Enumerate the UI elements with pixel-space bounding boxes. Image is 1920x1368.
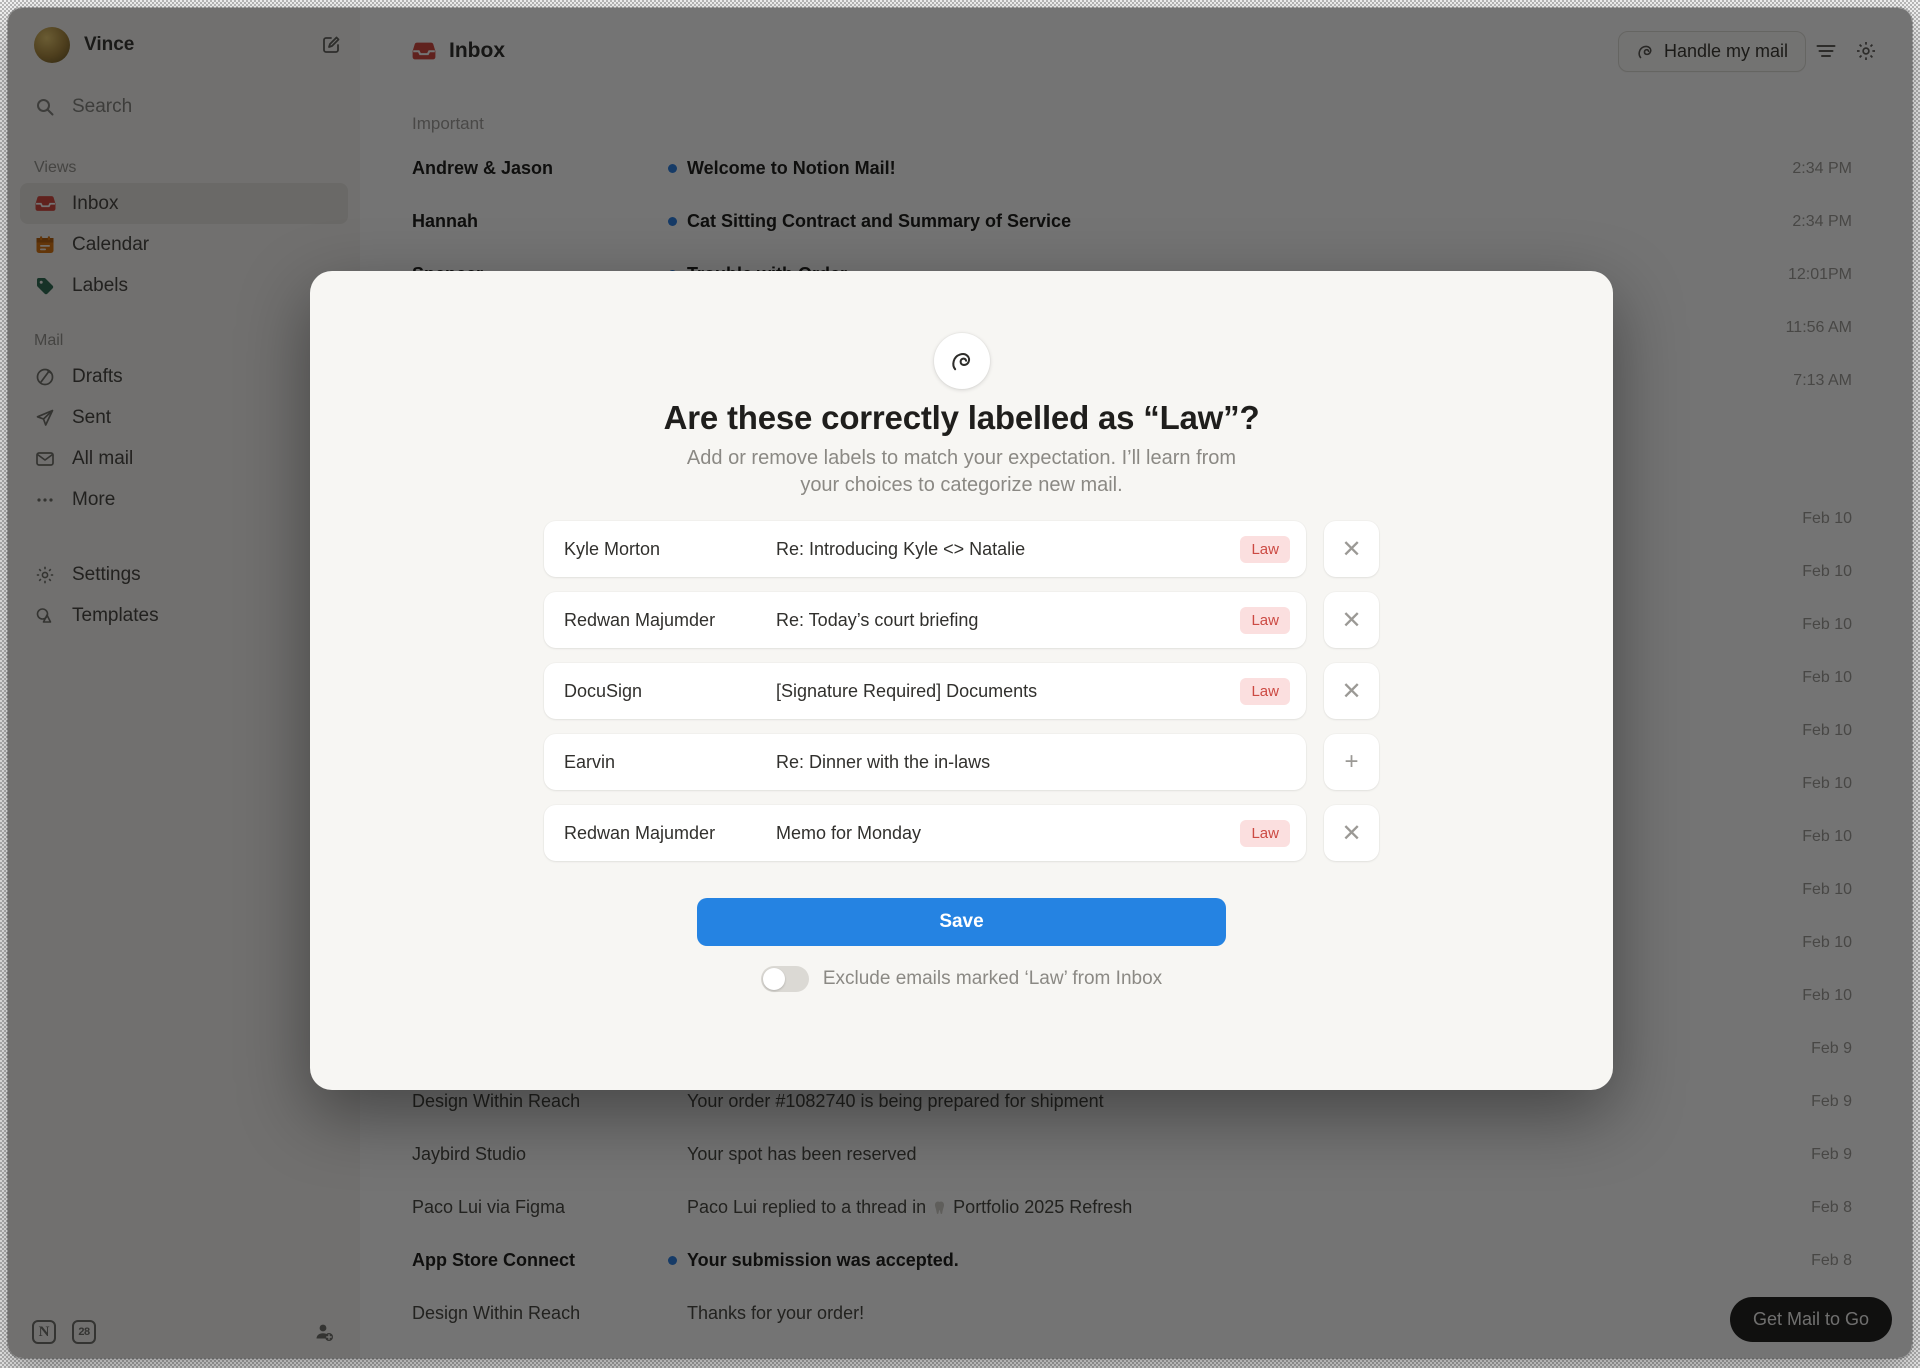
modal-email-row: Redwan Majumder Memo for Monday Law ✕	[544, 805, 1379, 861]
email-card: Earvin Re: Dinner with the in-laws	[544, 734, 1306, 790]
remove-label-button[interactable]: ✕	[1324, 663, 1379, 719]
close-icon: ✕	[1341, 535, 1361, 564]
email-card: Kyle Morton Re: Introducing Kyle <> Nata…	[544, 521, 1306, 577]
save-button[interactable]: Save	[697, 898, 1226, 946]
law-label-badge[interactable]: Law	[1240, 536, 1290, 563]
remove-label-button[interactable]: ✕	[1324, 521, 1379, 577]
email-subject: [Signature Required] Documents	[776, 681, 1240, 702]
law-label-badge[interactable]: Law	[1240, 678, 1290, 705]
ai-lasso-icon	[934, 333, 990, 389]
toggle-knob	[763, 968, 785, 990]
close-icon: ✕	[1341, 819, 1361, 848]
email-sender: Earvin	[564, 752, 776, 773]
email-subject: Re: Introducing Kyle <> Natalie	[776, 539, 1240, 560]
exclude-law-toggle[interactable]	[761, 966, 809, 992]
modal-email-row: Earvin Re: Dinner with the in-laws +	[544, 734, 1379, 790]
modal-subtitle: Add or remove labels to match your expec…	[672, 445, 1252, 499]
app-window: Vince Search Views	[8, 8, 1912, 1358]
email-subject: Memo for Monday	[776, 823, 1240, 844]
modal-email-row: Redwan Majumder Re: Today’s court briefi…	[544, 592, 1379, 648]
email-sender: Kyle Morton	[564, 539, 776, 560]
close-icon: ✕	[1341, 677, 1361, 706]
email-subject: Re: Dinner with the in-laws	[776, 752, 1290, 773]
law-label-badge[interactable]: Law	[1240, 820, 1290, 847]
email-sender: Redwan Majumder	[564, 823, 776, 844]
email-subject: Re: Today’s court briefing	[776, 610, 1240, 631]
exclude-law-toggle-label: Exclude emails marked ‘Law’ from Inbox	[823, 968, 1162, 990]
law-label-badge[interactable]: Law	[1240, 607, 1290, 634]
email-sender: DocuSign	[564, 681, 776, 702]
close-icon: ✕	[1341, 606, 1361, 635]
modal-email-list: Kyle Morton Re: Introducing Kyle <> Nata…	[310, 521, 1613, 861]
modal-email-row: Kyle Morton Re: Introducing Kyle <> Nata…	[544, 521, 1379, 577]
email-sender: Redwan Majumder	[564, 610, 776, 631]
email-card: DocuSign [Signature Required] Documents …	[544, 663, 1306, 719]
modal-title: Are these correctly labelled as “Law”?	[310, 399, 1613, 437]
email-card: Redwan Majumder Memo for Monday Law	[544, 805, 1306, 861]
plus-icon: +	[1344, 748, 1358, 776]
label-review-modal: Are these correctly labelled as “Law”? A…	[310, 271, 1613, 1090]
modal-email-row: DocuSign [Signature Required] Documents …	[544, 663, 1379, 719]
remove-label-button[interactable]: ✕	[1324, 805, 1379, 861]
email-card: Redwan Majumder Re: Today’s court briefi…	[544, 592, 1306, 648]
add-label-button[interactable]: +	[1324, 734, 1379, 790]
remove-label-button[interactable]: ✕	[1324, 592, 1379, 648]
